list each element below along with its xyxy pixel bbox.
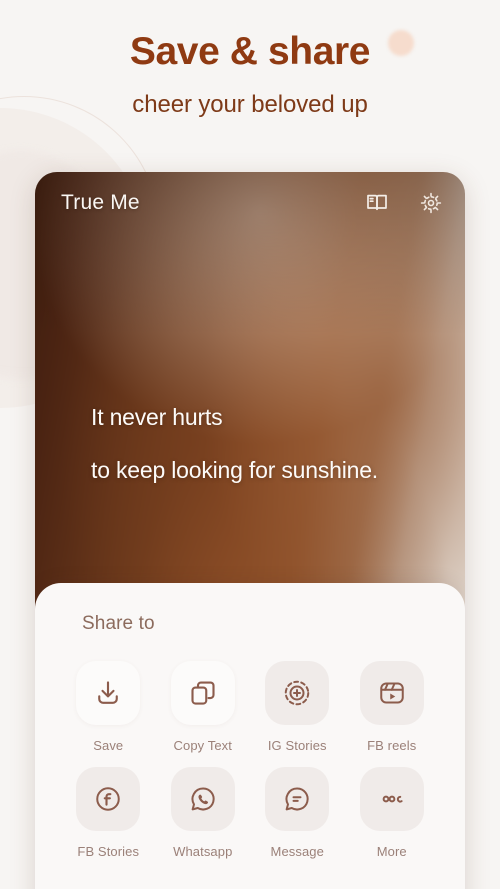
app-bar-actions (365, 191, 443, 215)
share-option-fb-reels[interactable]: FB reels (345, 661, 440, 753)
message-icon (265, 767, 330, 831)
gear-icon[interactable] (419, 191, 443, 215)
download-icon (76, 661, 141, 725)
read-icon[interactable] (365, 191, 389, 215)
share-option-label: Save (93, 738, 124, 753)
share-option-fb-stories[interactable]: FB Stories (61, 767, 156, 859)
promo-header: Save & share cheer your beloved up (0, 0, 500, 119)
quote-line-1: It never hurts (91, 404, 223, 430)
share-option-label: Message (270, 844, 324, 859)
share-option-label: Whatsapp (173, 844, 233, 859)
share-option-message[interactable]: Message (250, 767, 345, 859)
share-option-label: Copy Text (173, 738, 232, 753)
share-option-label: More (376, 844, 407, 859)
share-sheet-title: Share to (82, 613, 155, 634)
more-dots-icon (359, 767, 424, 831)
promo-headline: Save & share (129, 30, 371, 73)
share-option-ig-stories[interactable]: IG Stories (250, 661, 345, 753)
facebook-icon (76, 767, 141, 831)
quote-block: It never hurts to keep looking for sunsh… (91, 404, 435, 484)
share-option-copy-text[interactable]: Copy Text (156, 661, 251, 753)
ig-stories-icon (265, 661, 330, 725)
share-option-label: FB reels (367, 738, 417, 753)
app-preview-card: True Me It never hurts to keep looking f… (35, 172, 465, 889)
whatsapp-icon (170, 767, 235, 831)
share-option-save[interactable]: Save (61, 661, 156, 753)
share-sheet: Share to Save Copy Text IG Stories FB re… (35, 583, 465, 889)
quote-line-2: to keep looking for sunshine. (91, 457, 379, 484)
share-option-whatsapp[interactable]: Whatsapp (156, 767, 251, 859)
app-top-bar: True Me (35, 172, 465, 234)
copy-icon (170, 661, 235, 725)
share-options-grid: Save Copy Text IG Stories FB reels FB St… (61, 661, 439, 859)
app-title: True Me (61, 191, 140, 214)
share-option-label: FB Stories (77, 844, 140, 859)
promo-subheadline: cheer your beloved up (132, 90, 368, 118)
share-option-label: IG Stories (267, 738, 327, 753)
share-option-more[interactable]: More (345, 767, 440, 859)
fb-reels-icon (359, 661, 424, 725)
